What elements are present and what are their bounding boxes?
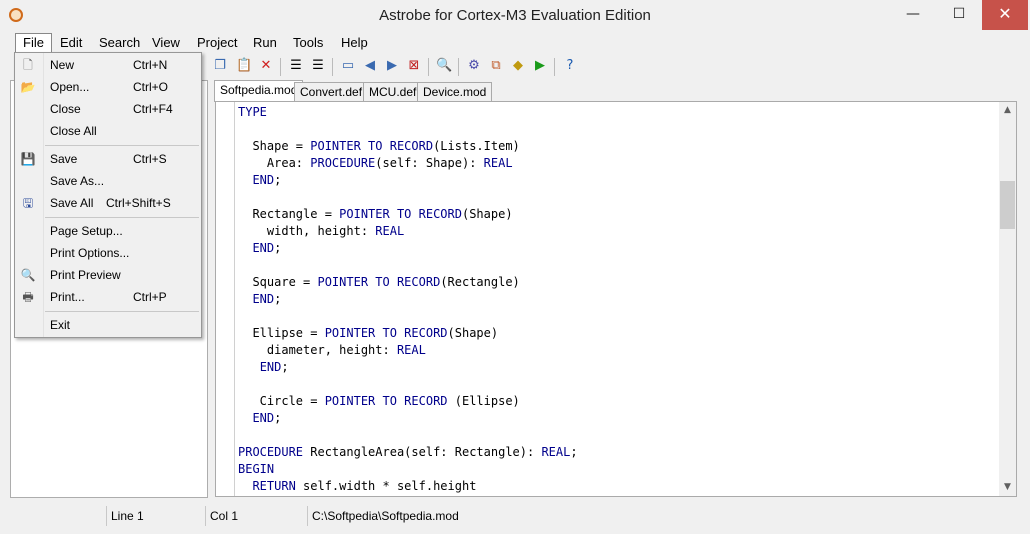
- scroll-up-icon[interactable]: ▲: [999, 102, 1016, 119]
- menu-help[interactable]: Help: [334, 34, 375, 52]
- save-icon: 💾: [20, 152, 36, 166]
- code-line: width, height: REAL: [238, 224, 405, 238]
- scroll-down-icon[interactable]: ▼: [999, 479, 1016, 496]
- menu-tools[interactable]: Tools: [286, 34, 330, 52]
- menu-view[interactable]: View: [145, 34, 187, 52]
- code-line: TYPE: [238, 105, 267, 119]
- code-line: Ellipse = POINTER TO RECORD(Shape): [238, 326, 499, 340]
- indent-icon[interactable]: ☰: [288, 58, 304, 74]
- close-button[interactable]: ✕: [982, 0, 1028, 30]
- link-icon[interactable]: ⧉: [488, 58, 504, 74]
- code-text: TYPE Shape = POINTER TO RECORD(Lists.Ite…: [238, 104, 578, 495]
- menu-page-setup[interactable]: Page Setup...: [15, 220, 201, 242]
- menu-print-preview[interactable]: 🔍 Print Preview: [15, 264, 201, 286]
- status-bar: Line 1 Col 1 C:\Softpedia\Softpedia.mod: [0, 504, 1030, 528]
- menu-print[interactable]: 🖶 Print... Ctrl+P: [15, 286, 201, 308]
- code-line: diameter, height: REAL: [238, 343, 426, 357]
- outdent-icon[interactable]: ☰: [310, 58, 326, 74]
- menu-save-as[interactable]: Save As...: [15, 170, 201, 192]
- code-line: END;: [252, 241, 282, 255]
- tab-softpedia-mod[interactable]: Softpedia.mod: [214, 80, 304, 102]
- code-line: Rectangle = POINTER TO RECORD(Shape): [238, 207, 513, 221]
- status-col: Col 1: [205, 506, 302, 526]
- code-line: PROCEDURE RectangleArea(self: Rectangle)…: [238, 445, 578, 459]
- title-bar: Astrobe for Cortex-M3 Evaluation Edition…: [0, 0, 1030, 32]
- code-line: Square = POINTER TO RECORD(Rectangle): [238, 275, 520, 289]
- code-line: END;: [252, 292, 282, 306]
- menu-bar: File Edit Search View Project Run Tools …: [0, 32, 1030, 54]
- build-icon[interactable]: ⚙: [466, 58, 482, 74]
- maximize-button[interactable]: ☐: [938, 0, 980, 30]
- status-path: C:\Softpedia\Softpedia.mod: [307, 506, 512, 526]
- menu-exit[interactable]: Exit: [15, 314, 201, 336]
- status-line: Line 1: [106, 506, 203, 526]
- menu-new[interactable]: 🗋 New Ctrl+N: [15, 54, 201, 76]
- find-icon[interactable]: 🔍: [436, 58, 452, 74]
- code-line: Area: PROCEDURE(self: Shape): REAL: [238, 156, 513, 170]
- gutter-divider: [234, 102, 235, 496]
- code-line: END;: [252, 411, 282, 425]
- open-folder-icon: 📂: [20, 80, 36, 94]
- scroll-thumb[interactable]: [1000, 181, 1015, 229]
- cut-icon[interactable]: ✕: [258, 58, 274, 74]
- menu-close[interactable]: Close Ctrl+F4: [15, 98, 201, 120]
- tab-device-mod[interactable]: Device.mod: [417, 82, 493, 101]
- vertical-scrollbar[interactable]: ▲ ▼: [999, 102, 1016, 496]
- menu-save-all[interactable]: 🖫 Save All Ctrl+Shift+S: [15, 192, 201, 214]
- save-all-icon: 🖫: [22, 196, 34, 210]
- minimize-button[interactable]: —: [892, 0, 934, 30]
- code-line: Circle = POINTER TO RECORD (Ellipse): [238, 394, 520, 408]
- code-line: END;: [259, 360, 289, 374]
- editor-tabs: Softpedia.mod Convert.def MCU.def Device…: [214, 80, 1014, 102]
- menu-run[interactable]: Run: [246, 34, 284, 52]
- code-editor[interactable]: TYPE Shape = POINTER TO RECORD(Lists.Ite…: [215, 101, 1017, 497]
- paste-icon[interactable]: 📋: [236, 58, 252, 74]
- tag-icon[interactable]: ◆: [510, 58, 526, 74]
- new-file-icon: 🗋: [23, 58, 33, 72]
- menu-search[interactable]: Search: [92, 34, 147, 52]
- file-menu-dropdown: 🗋 New Ctrl+N 📂 Open... Ctrl+O Close Ctrl+F4…: [14, 52, 202, 338]
- code-line: BEGIN: [238, 462, 275, 476]
- tab-convert-def[interactable]: Convert.def: [294, 82, 369, 101]
- menu-project[interactable]: Project: [190, 34, 244, 52]
- menu-close-all[interactable]: Close All: [15, 120, 201, 142]
- forward-icon[interactable]: ▶: [384, 58, 400, 74]
- code-line: RETURN self.width * self.height: [252, 479, 477, 493]
- menu-edit[interactable]: Edit: [53, 34, 89, 52]
- code-line: END;: [252, 173, 282, 187]
- copy-icon[interactable]: ❐: [212, 58, 228, 74]
- run-icon[interactable]: ▶: [532, 58, 548, 74]
- menu-file[interactable]: File: [15, 33, 52, 53]
- window-icon[interactable]: ▭: [340, 58, 356, 74]
- print-preview-icon: 🔍: [20, 268, 36, 282]
- tab-mcu-def[interactable]: MCU.def: [363, 82, 423, 101]
- menu-open[interactable]: 📂 Open... Ctrl+O: [15, 76, 201, 98]
- help-icon[interactable]: ?: [562, 58, 578, 74]
- window-title: Astrobe for Cortex-M3 Evaluation Edition: [379, 7, 651, 24]
- toolbar: ❐ 📋 ✕ ☰ ☰ ▭ ◀ ▶ ⊠ 🔍 ⚙ ⧉ ◆ ▶ ?: [200, 55, 620, 79]
- code-line: Shape = POINTER TO RECORD(Lists.Item): [238, 139, 520, 153]
- printer-icon: 🖶: [22, 290, 34, 304]
- stop-icon[interactable]: ⊠: [406, 58, 422, 74]
- menu-save[interactable]: 💾 Save Ctrl+S: [15, 148, 201, 170]
- menu-print-options[interactable]: Print Options...: [15, 242, 201, 264]
- back-icon[interactable]: ◀: [362, 58, 378, 74]
